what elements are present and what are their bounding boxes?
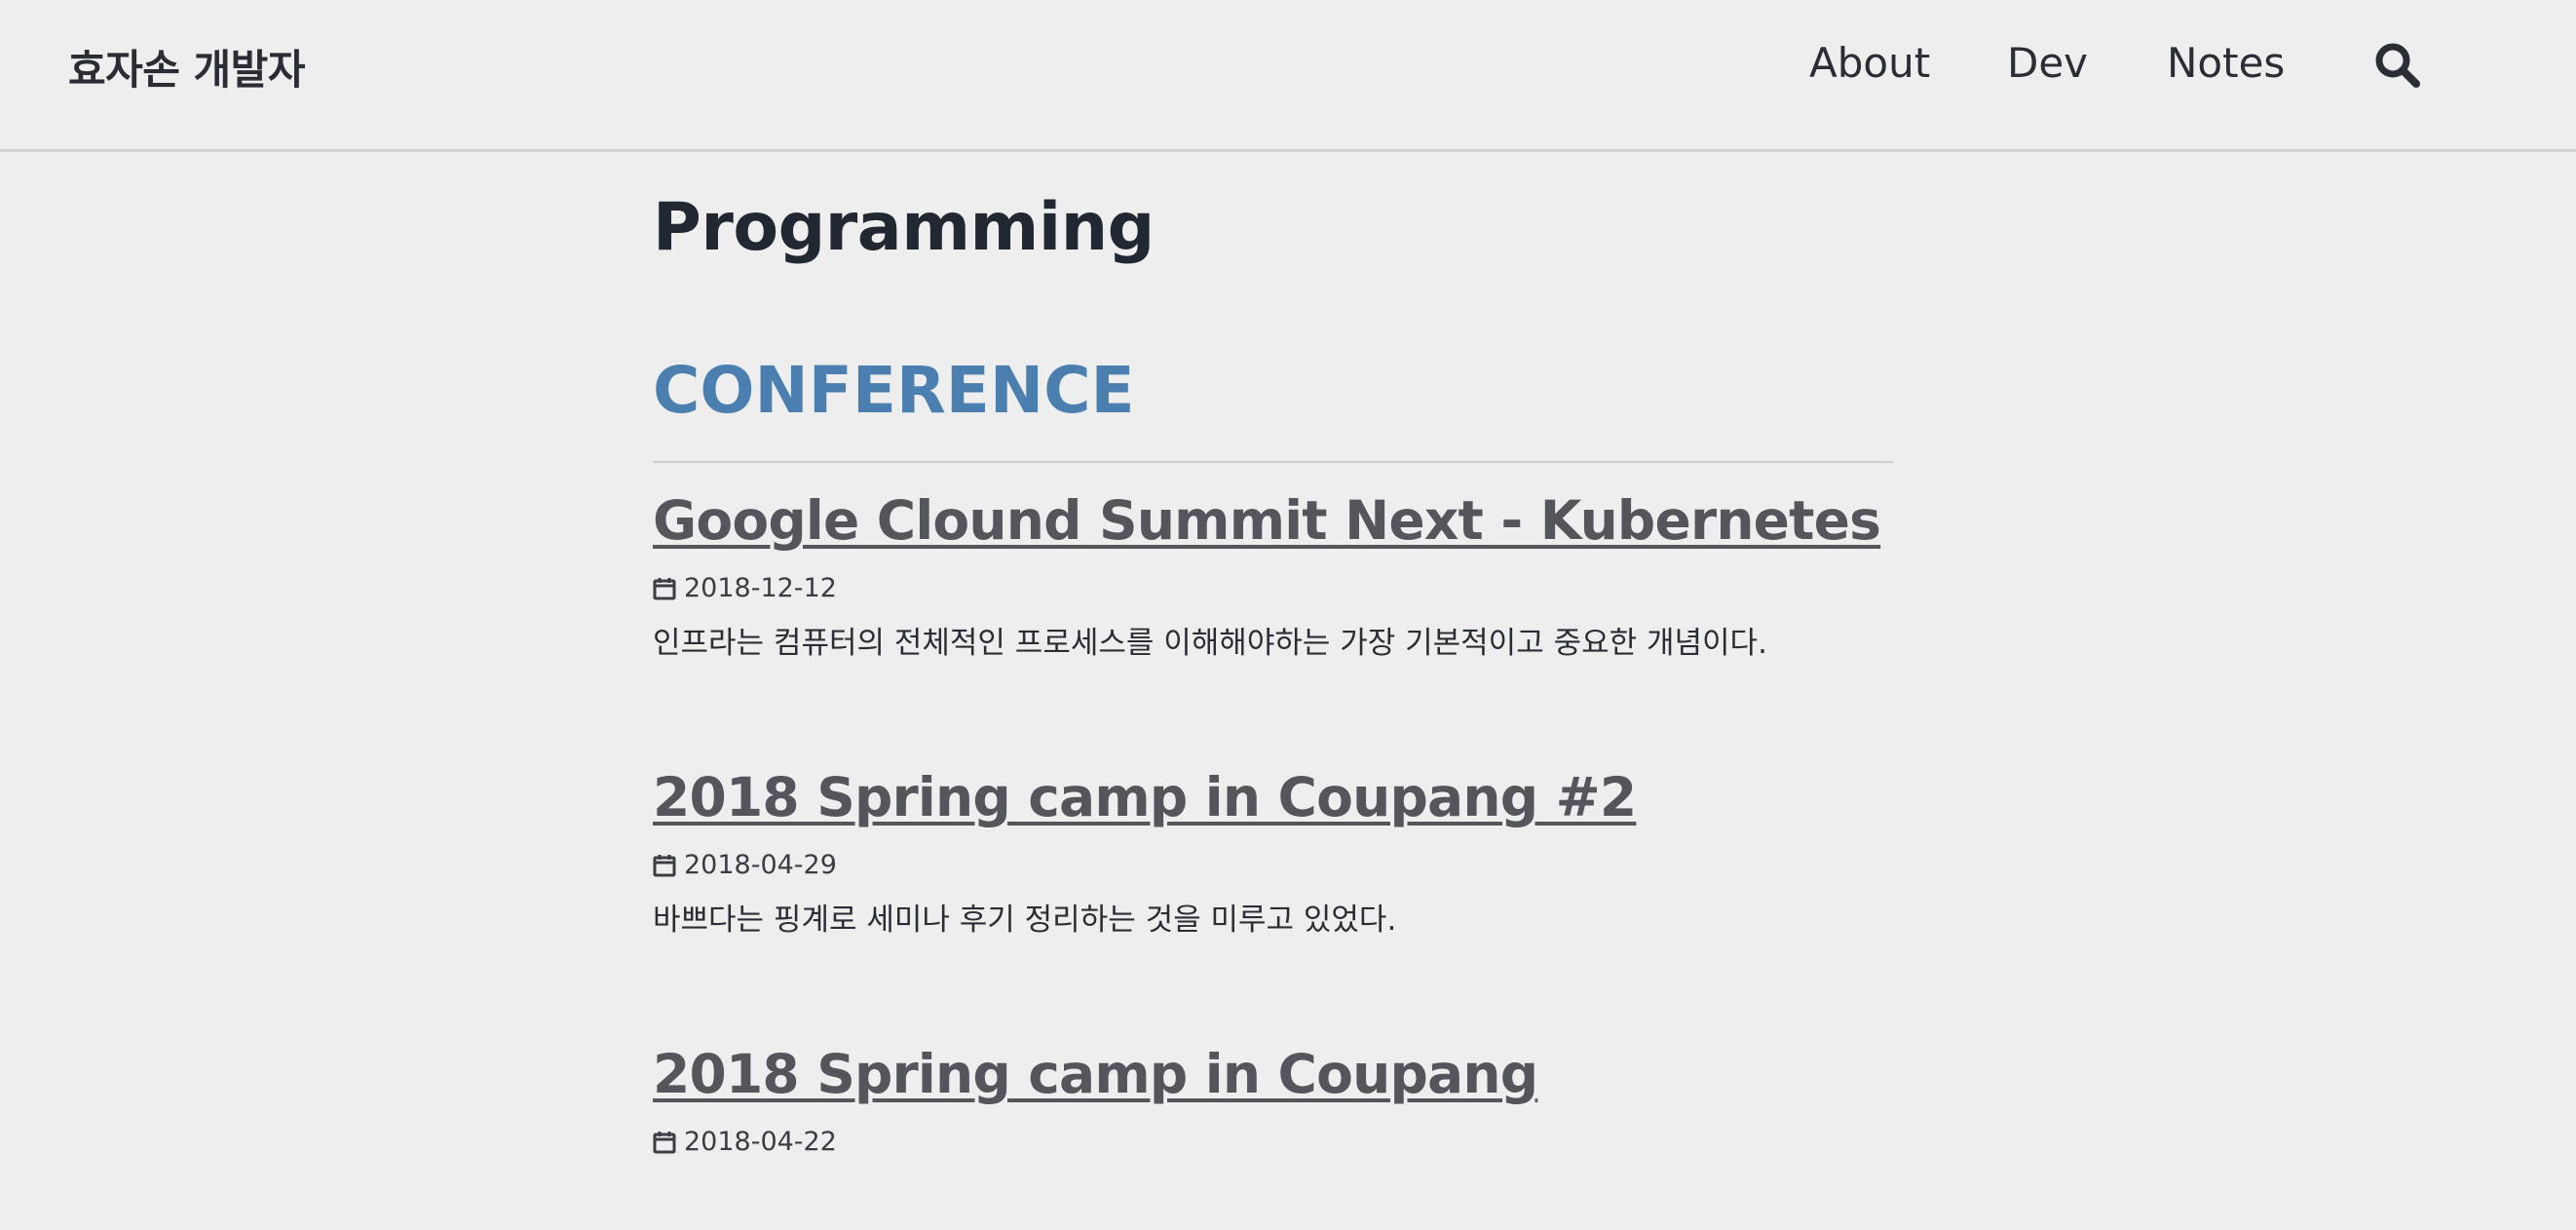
category-divider xyxy=(653,461,1893,463)
calendar-icon xyxy=(653,854,676,876)
post-excerpt: 바쁘다는 핑계로 세미나 후기 정리하는 것을 미루고 있었다. xyxy=(653,903,1397,938)
post-meta: 2018-04-22 xyxy=(653,1127,837,1157)
page-title: Programming xyxy=(653,189,1155,266)
post-item: Google Clound Summit Next - Kubernetes 2… xyxy=(653,491,1893,661)
site-title-link[interactable]: 효자손 개발자 xyxy=(68,37,305,96)
post-excerpt: 인프라는 컴퓨터의 전체적인 프로세스를 이해해야하는 가장 기본적이고 중요한… xyxy=(653,626,1767,661)
category-title: CONFERENCE xyxy=(653,353,1135,428)
post-title-link[interactable]: 2018 Spring camp in Coupang xyxy=(653,1045,1893,1104)
nav-notes[interactable]: Notes xyxy=(2167,39,2285,87)
calendar-icon xyxy=(653,1131,676,1153)
post-date: 2018-04-22 xyxy=(684,1127,837,1157)
search-button[interactable] xyxy=(2373,41,2422,90)
post-date: 2018-12-12 xyxy=(684,573,837,603)
nav-about[interactable]: About xyxy=(1809,39,1930,87)
post-title-link[interactable]: 2018 Spring camp in Coupang #2 xyxy=(653,768,1893,827)
calendar-icon xyxy=(653,577,676,599)
post-item: 2018 Spring camp in Coupang 2018-04-22 xyxy=(653,1045,1893,1157)
post-date: 2018-04-29 xyxy=(684,850,837,880)
post-meta: 2018-12-12 xyxy=(653,573,837,603)
post-meta: 2018-04-29 xyxy=(653,850,837,880)
site-header: 효자손 개발자 About Dev Notes xyxy=(0,0,2576,152)
search-icon xyxy=(2375,43,2420,88)
post-title-link[interactable]: Google Clound Summit Next - Kubernetes xyxy=(653,491,1893,551)
post-item: 2018 Spring camp in Coupang #2 2018-04-2… xyxy=(653,768,1893,938)
nav-dev[interactable]: Dev xyxy=(2007,39,2088,87)
